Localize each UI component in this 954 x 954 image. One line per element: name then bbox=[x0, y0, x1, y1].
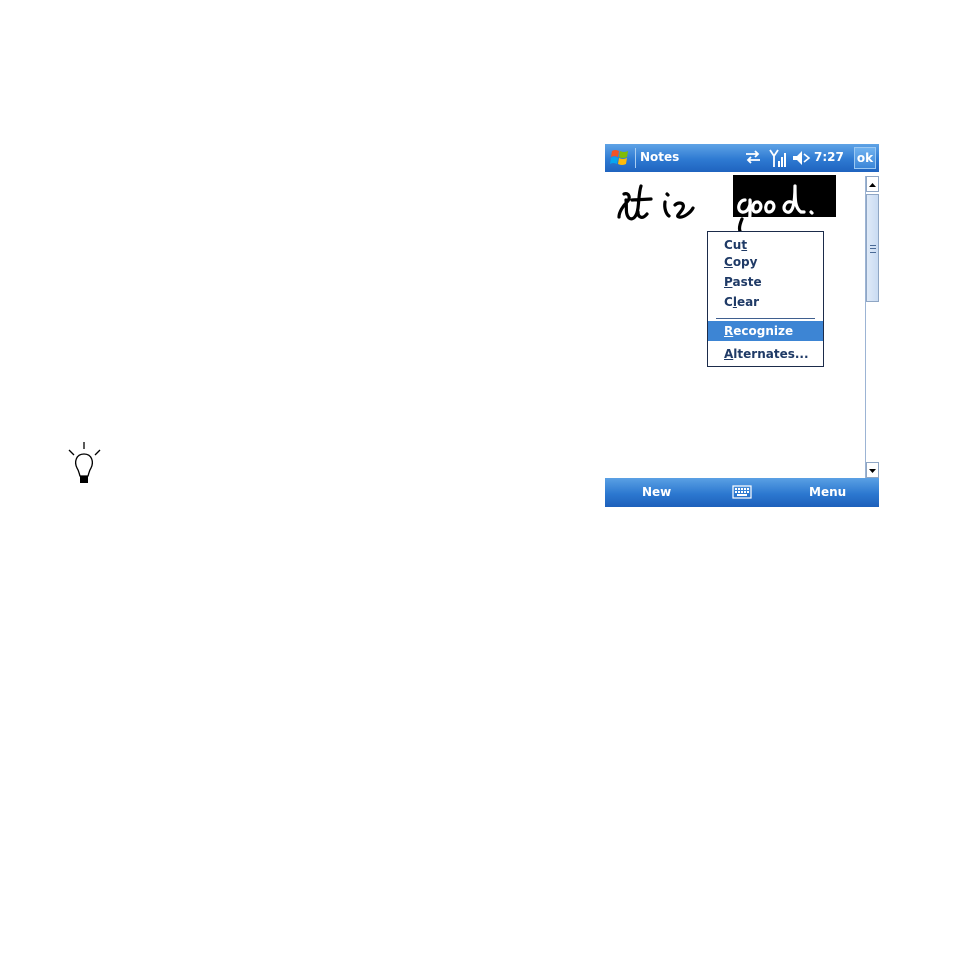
menu-label: opy bbox=[732, 255, 758, 269]
keyboard-icon[interactable] bbox=[732, 484, 752, 500]
vertical-scrollbar[interactable] bbox=[865, 176, 879, 478]
menu-item-alternates[interactable]: Alternates... bbox=[708, 344, 823, 364]
tip-lightbulb-icon bbox=[68, 442, 101, 483]
menu-softkey[interactable]: Menu bbox=[809, 485, 846, 499]
signal-icon[interactable] bbox=[768, 147, 788, 169]
grip-icon bbox=[870, 245, 876, 253]
menu-item-clear[interactable]: Clear bbox=[708, 292, 823, 312]
menu-accelerator: t bbox=[741, 238, 748, 252]
menu-label: lternates... bbox=[733, 347, 809, 361]
menu-item-paste[interactable]: Paste bbox=[708, 272, 823, 292]
title-separator bbox=[635, 148, 636, 168]
scroll-thumb[interactable] bbox=[866, 194, 879, 302]
menu-accelerator: C bbox=[724, 255, 733, 269]
connectivity-icon[interactable] bbox=[743, 147, 763, 167]
title-bar: Notes 7:27 ok bbox=[605, 144, 879, 172]
menu-separator bbox=[716, 318, 815, 319]
menu-label: aste bbox=[732, 275, 762, 289]
arrow-up-icon bbox=[869, 183, 876, 187]
speaker-muted-icon[interactable] bbox=[791, 147, 811, 169]
context-menu: Cut Copy Paste Clear Recognize Alternate… bbox=[707, 231, 824, 367]
soft-key-bar: New Menu bbox=[605, 478, 879, 507]
menu-item-copy[interactable]: Copy bbox=[708, 252, 823, 272]
windows-start-icon[interactable] bbox=[607, 146, 633, 170]
menu-label: ear bbox=[736, 295, 760, 309]
menu-accelerator: A bbox=[724, 347, 734, 361]
scroll-down-button[interactable] bbox=[866, 462, 879, 478]
scroll-up-button[interactable] bbox=[866, 176, 879, 192]
menu-item-recognize[interactable]: Recognize bbox=[708, 321, 823, 341]
menu-label: ecognize bbox=[733, 324, 794, 338]
menu-accelerator: R bbox=[724, 324, 734, 338]
menu-label: C bbox=[724, 295, 733, 309]
new-softkey[interactable]: New bbox=[642, 485, 671, 499]
menu-label: Cu bbox=[724, 238, 742, 252]
ok-button[interactable]: ok bbox=[854, 147, 876, 169]
arrow-down-icon bbox=[869, 469, 876, 473]
app-title: Notes bbox=[640, 150, 680, 164]
clock[interactable]: 7:27 bbox=[814, 150, 844, 164]
